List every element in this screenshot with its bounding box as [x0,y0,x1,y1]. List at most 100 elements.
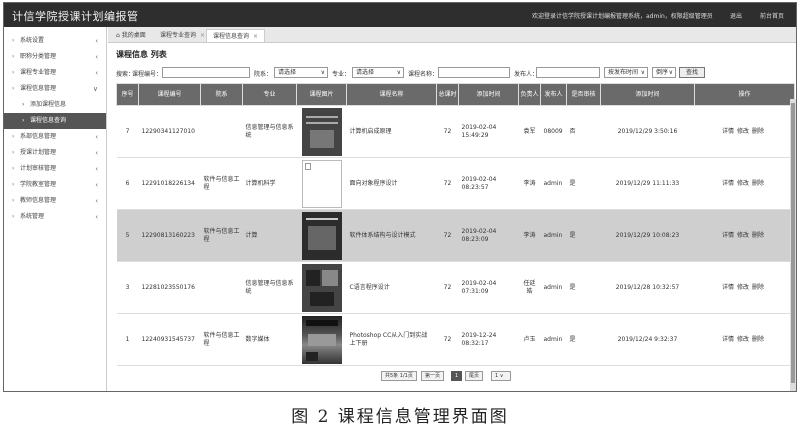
close-icon[interactable]: × [200,32,205,39]
major-select[interactable]: 请选择 ∨ [352,67,404,78]
table-row[interactable]: 7 12290341127010 信息管理与信息系统 计算机启成原理 72 20… [116,105,795,158]
cell-time1: 2019-02-04 08:23:57 [458,157,519,210]
column-header[interactable]: 负责人 [518,83,541,106]
tab-label: 课程信息查询 [213,33,250,40]
cell-publisher: admin [540,209,567,262]
table-row[interactable]: 5 12290813160223 软件与信息工程 计算 软件体系结构与设计模式 … [116,209,795,262]
delete-link[interactable]: 删除 [752,180,764,187]
delete-link[interactable]: 删除 [752,284,764,291]
column-header[interactable]: 总课时 [436,83,459,106]
order-select[interactable]: 倒序 ∨ [652,67,676,78]
course-name-input[interactable] [438,67,510,78]
column-header[interactable]: 发布人 [540,83,567,106]
delete-link[interactable]: 删除 [752,128,764,135]
publisher-input[interactable] [536,67,600,78]
column-header[interactable]: 是否审核 [566,83,601,106]
caret-right-icon: › [22,117,25,124]
cell-no: 7 [116,105,139,158]
course-cover-image[interactable] [301,107,342,156]
tab-major-query[interactable]: 课程专业查询 × [154,29,211,42]
sidebar-item-dept[interactable]: › 系部信息管理 ‹ [4,129,106,145]
edit-link[interactable]: 修改 [737,284,749,291]
page-jump-select[interactable]: 1 ∨ [491,371,511,381]
detail-link[interactable]: 详情 [722,128,734,135]
edit-link[interactable]: 修改 [737,180,749,187]
table-row[interactable]: 3 12281023550176 信息管理与信息系统 C语言程序设计 72 20… [116,261,795,314]
scrollbar-thumb[interactable] [791,103,795,383]
cell-name: 计算机启成原理 [346,105,437,158]
dept-select[interactable]: 请选择 ∨ [274,67,328,78]
sidebar-item-system-admin[interactable]: › 系统管理 ‹ [4,209,106,225]
table-row[interactable]: 6 12291018226134 软件与信息工程 计算机科学 面向对象程序设计 … [116,157,795,210]
sort-select[interactable]: 按发布时间 ∨ [604,67,648,78]
column-header[interactable]: 院系 [200,83,243,106]
cell-image [296,209,347,262]
sidebar-item-system-settings[interactable]: › 系统设置 ‹ [4,33,106,49]
last-page-button[interactable]: 尾页 [465,371,484,381]
chevron-left-icon: ‹ [95,149,98,157]
tab-course-query[interactable]: 课程信息查询 × [206,29,266,42]
tab-desktop[interactable]: ⌂ 我的桌面 [110,29,152,42]
sidebar-item-title-category[interactable]: › 职称分类管理 ‹ [4,49,106,65]
cell-owner: 袁军 [518,105,541,158]
column-header[interactable]: 添加时间 [458,83,519,106]
search-button[interactable]: 查找 [679,67,706,78]
detail-link[interactable]: 详情 [722,284,734,291]
chevron-left-icon: ‹ [95,133,98,141]
home-link[interactable]: 前台首页 [760,11,784,20]
delete-link[interactable]: 删除 [752,336,764,343]
app-title: 计信学院授课计划编报管 [12,10,139,23]
detail-link[interactable]: 详情 [722,336,734,343]
sidebar-item-label: 系部信息管理 [20,133,57,140]
first-page-button[interactable]: 第一页 [421,371,445,381]
cell-publisher: admin [540,261,567,314]
course-no-input[interactable] [162,67,250,78]
course-cover-image[interactable] [301,211,342,260]
cell-time1: 2019-02-04 15:49:29 [458,105,519,158]
column-header[interactable]: 课程名称 [346,83,437,106]
cell-hours: 72 [436,105,459,158]
sidebar-item-teacher[interactable]: › 教师信息管理 ‹ [4,193,106,209]
sidebar-item-label: 课程信息管理 [20,85,57,92]
edit-link[interactable]: 修改 [737,128,749,135]
detail-link[interactable]: 详情 [722,180,734,187]
edit-link[interactable]: 修改 [737,336,749,343]
pager-total: 共5条 [385,373,399,379]
detail-link[interactable]: 详情 [722,232,734,239]
logout-link[interactable]: 退出 [730,11,742,20]
caret-right-icon: › [22,101,25,108]
search-bar: 搜索： 课程编号： 院系： 请选择 ∨ 专业： 请选择 ∨ 课程名称： 发布人： 按… [116,67,796,79]
chevron-left-icon: ‹ [95,213,98,221]
column-header[interactable]: 序号 [116,83,139,106]
course-cover-image[interactable] [301,159,342,208]
cell-time1: 2019-12-24 08:32:17 [458,313,519,366]
sidebar-item-plan-review[interactable]: › 计划审核管理 ‹ [4,161,106,177]
sidebar-subitem-add-course[interactable]: › 添加课程信息 [4,97,106,113]
column-header[interactable]: 课程图片 [296,83,347,106]
sidebar-item-course-info[interactable]: › 课程信息管理 ∨ [4,81,106,97]
cell-code: 12291018226134 [138,157,201,210]
table-row[interactable]: 1 12240931545737 软件与信息工程 数字媒体 Photoshop … [116,313,795,366]
delete-link[interactable]: 删除 [752,232,764,239]
current-page-button[interactable]: 1 [451,371,463,381]
sidebar-subitem-label: 课程信息查询 [30,117,67,124]
sidebar-item-classroom[interactable]: › 学院教室管理 ‹ [4,177,106,193]
column-header[interactable]: 操作 [694,83,795,106]
column-header[interactable]: 专业 [242,83,297,106]
cell-ops: 详情 修改 删除 [694,313,795,366]
cell-major: 信息管理与信息系统 [242,261,297,314]
sidebar-item-plan[interactable]: › 授课计划管理 ‹ [4,145,106,161]
cell-time2: 2019/12/29 11:11:33 [600,157,695,210]
close-icon[interactable]: × [253,33,258,40]
sidebar-subitem-query-course[interactable]: › 课程信息查询 [4,113,106,129]
course-cover-image[interactable] [301,263,342,312]
sidebar-item-course-major[interactable]: › 课程专业管理 ‹ [4,65,106,81]
vertical-scrollbar[interactable] [790,99,796,391]
edit-link[interactable]: 修改 [737,232,749,239]
sidebar-item-label: 授课计划管理 [20,149,57,156]
column-header[interactable]: 课程编号 [138,83,201,106]
column-header[interactable]: 添加时间 [600,83,695,106]
cell-dept [200,105,243,158]
course-cover-image[interactable] [301,315,342,364]
sidebar-item-label: 计划审核管理 [20,165,57,172]
